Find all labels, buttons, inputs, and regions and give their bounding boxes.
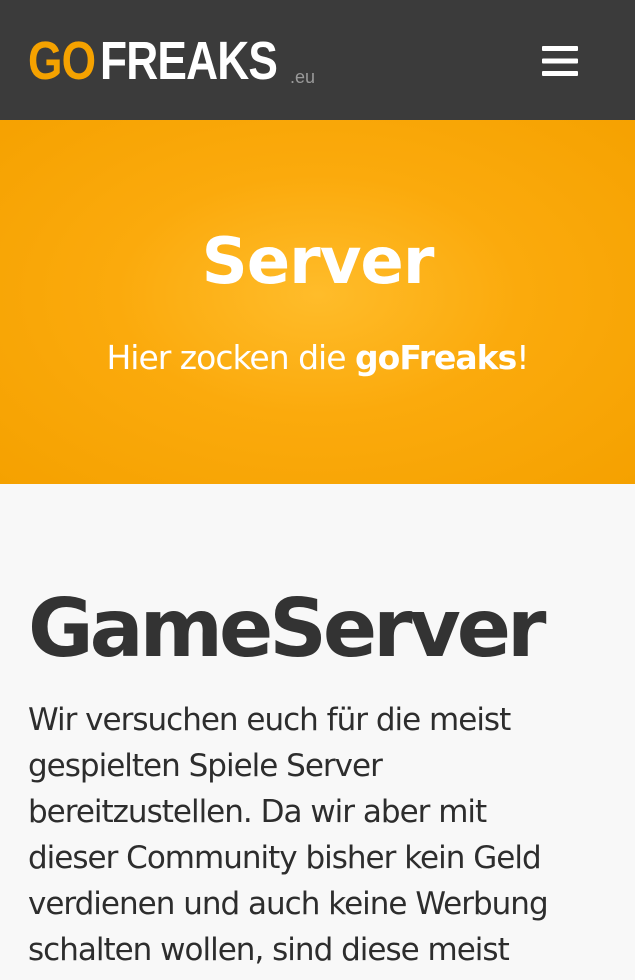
main-content: GameServer Wir versuchen euch für die me… xyxy=(0,484,635,980)
paragraph-line: schalten wollen, sind diese meist xyxy=(28,932,510,968)
hamburger-menu-icon xyxy=(542,46,578,76)
hero-subtitle-suffix: ! xyxy=(516,338,529,377)
paragraph-line: Wir versuchen euch für die meist xyxy=(28,702,511,738)
section-heading: GameServer xyxy=(28,582,546,675)
hero-subtitle-brand: goFreaks xyxy=(355,338,517,377)
top-navigation-bar: GO FREAKS .eu xyxy=(0,0,635,120)
logo-domain-suffix: .eu xyxy=(290,67,316,87)
paragraph-line: gespielten Spiele Server xyxy=(28,748,383,784)
hero-subtitle: Hier zocken die goFreaks! xyxy=(0,336,635,380)
gofreaks-logo[interactable]: GO FREAKS .eu xyxy=(28,32,315,88)
section-paragraph: Wir versuchen euch für die meist gespiel… xyxy=(28,697,608,973)
paragraph-line: bereitzustellen. Da wir aber mit xyxy=(28,794,487,830)
logo-freaks-text: FREAKS xyxy=(100,31,278,91)
paragraph-line: verdienen und auch keine Werbung xyxy=(28,886,549,922)
page-title: Server xyxy=(201,225,435,299)
menu-toggle-button[interactable] xyxy=(532,36,588,86)
paragraph-line: dieser Community bisher kein Geld xyxy=(28,840,542,876)
logo-go-text: GO xyxy=(28,31,96,91)
hero-subtitle-prefix: Hier zocken die xyxy=(106,338,356,377)
hero-banner: Server Hier zocken die goFreaks! xyxy=(0,120,635,484)
